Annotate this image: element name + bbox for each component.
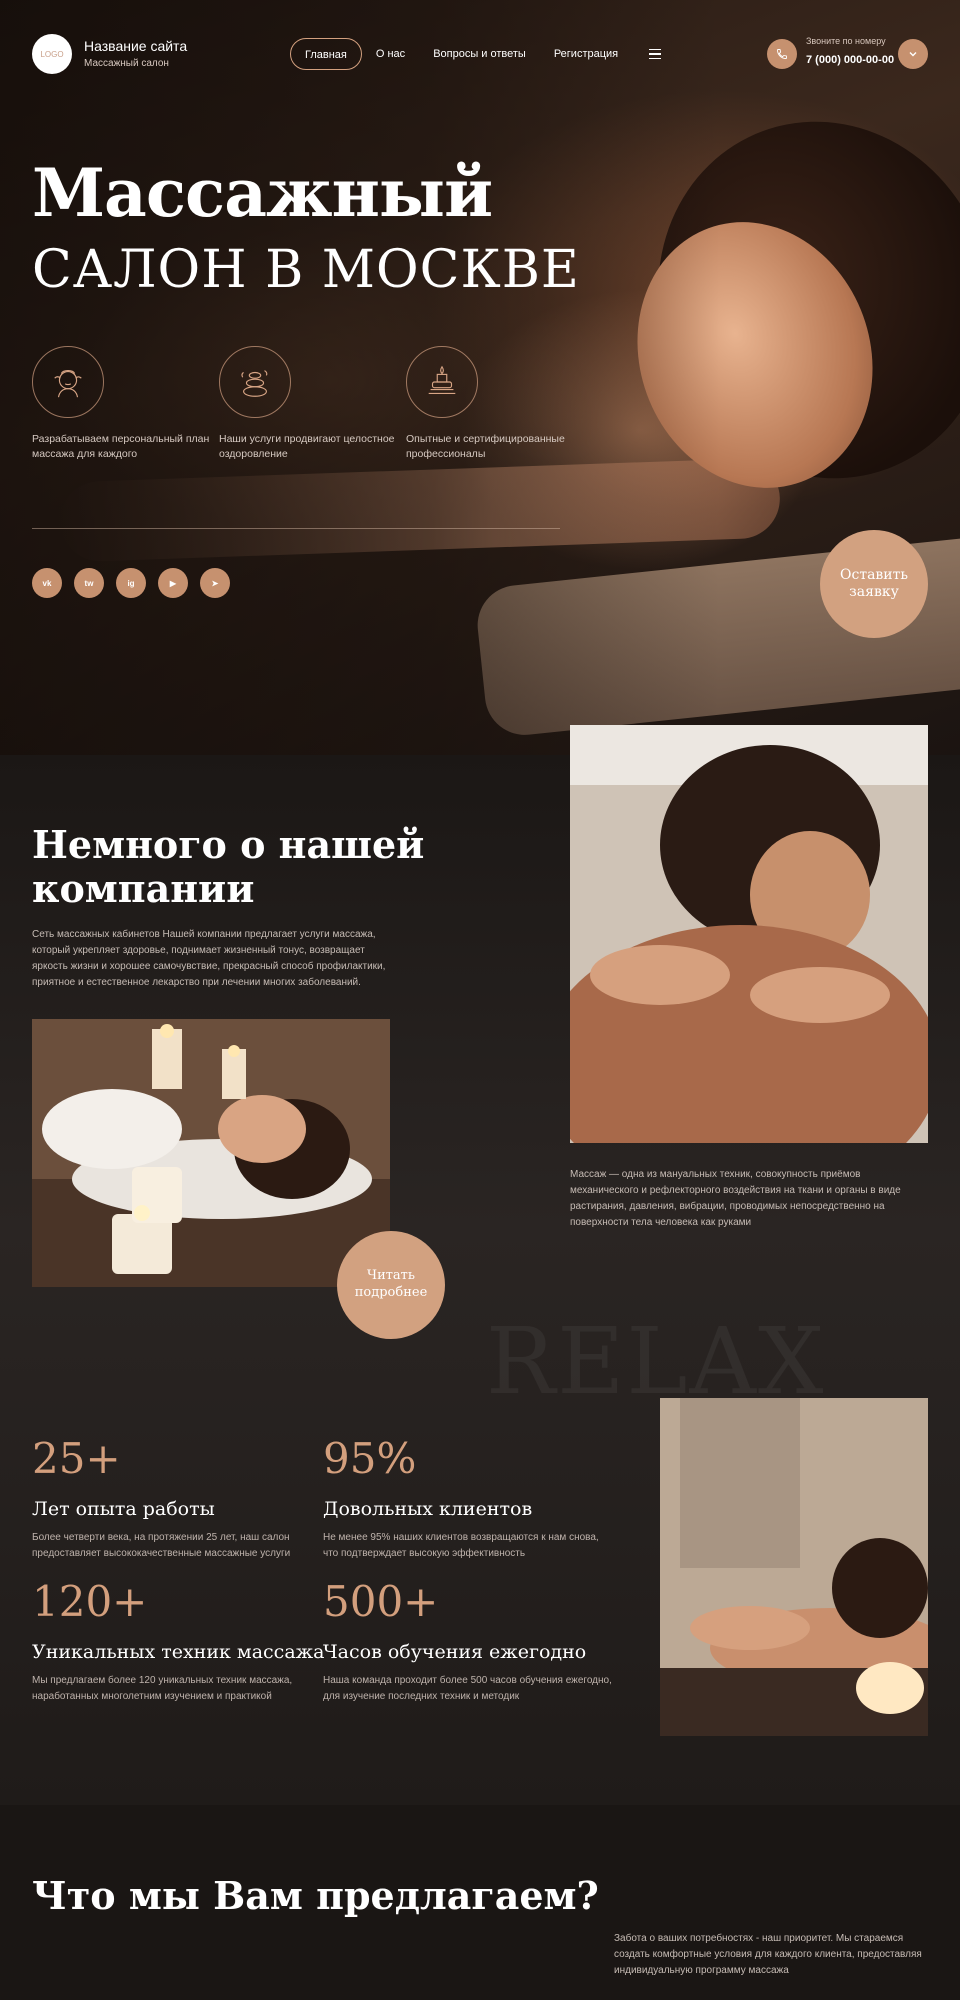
stat-value: 95% xyxy=(323,1434,417,1483)
chevron-down-icon[interactable] xyxy=(898,39,928,69)
main-nav: Главная О нас Вопросы и ответы Регистрац… xyxy=(290,38,668,70)
stones-icon xyxy=(219,346,291,418)
instagram-icon[interactable]: ig xyxy=(116,568,146,598)
face-massage-icon xyxy=(32,346,104,418)
nav-item-registration[interactable]: Регистрация xyxy=(540,38,632,70)
phone-label: Звоните по номеру xyxy=(806,36,886,46)
stat-item: 120+ Уникальных техник массажа Мы предла… xyxy=(32,1577,325,1704)
offer-section: Что мы Вам предлагаем? Забота о ваших по… xyxy=(0,1805,960,2000)
feature-text: Разрабатываем персональный план массажа … xyxy=(32,433,210,461)
spa-candles-photo xyxy=(32,1019,390,1287)
nav-item-about[interactable]: О нас xyxy=(362,38,419,70)
stat-value: 120+ xyxy=(32,1577,148,1626)
site-header: LOGO Название сайта Массажный салон Глав… xyxy=(32,34,928,74)
vk-icon[interactable]: vk xyxy=(32,568,62,598)
nav-item-home[interactable]: Главная xyxy=(290,38,362,70)
read-more-label: Читать подробнее xyxy=(354,1268,428,1300)
nav-item-faq[interactable]: Вопросы и ответы xyxy=(419,38,540,70)
logo-text: LOGO xyxy=(40,49,64,59)
read-more-button[interactable]: Читать подробнее xyxy=(337,1231,445,1339)
stat-title: Довольных клиентов xyxy=(323,1498,533,1520)
stat-description: Более четверти века, на протяжении 25 ле… xyxy=(32,1532,291,1559)
feature-item: Наши услуги продвигают целостное оздоров… xyxy=(219,346,399,462)
feature-item: Разрабатываем персональный план массажа … xyxy=(32,346,212,462)
leave-request-button[interactable]: Оставить заявку xyxy=(820,530,928,638)
massage-candle-photo xyxy=(660,1398,928,1736)
leave-request-label: Оставить заявку xyxy=(840,566,908,601)
hero-subtitle: САЛОН В МОСКВЕ xyxy=(32,240,580,300)
back-massage-photo xyxy=(570,725,928,1143)
site-name[interactable]: Название сайта xyxy=(84,38,187,54)
site-subtitle: Массажный салон xyxy=(84,58,169,69)
stat-value: 25+ xyxy=(32,1434,121,1483)
about-text: Сеть массажных кабинетов Нашей компании … xyxy=(32,929,386,988)
feature-item: Опытные и сертифицированные профессионал… xyxy=(406,346,586,462)
stat-title: Лет опыта работы xyxy=(32,1498,215,1520)
stat-value: 500+ xyxy=(323,1577,439,1626)
hero-title: Массажный xyxy=(32,154,493,232)
telegram-icon[interactable]: ➤ xyxy=(200,568,230,598)
social-links: vk tw ig ▶ ➤ xyxy=(32,568,230,598)
offer-title: Что мы Вам предлагаем? xyxy=(32,1873,599,1918)
stat-item: 25+ Лет опыта работы Более четверти века… xyxy=(32,1438,322,1561)
stat-item: 500+ Часов обучения ежегодно Наша команд… xyxy=(323,1581,613,1704)
massage-description: Массаж — одна из мануальных техник, сово… xyxy=(570,1169,901,1228)
stat-description: Не менее 95% наших клиентов возвращаются… xyxy=(323,1532,599,1559)
phone-number[interactable]: 7 (000) 000-00-00 xyxy=(806,54,894,66)
youtube-icon[interactable]: ▶ xyxy=(158,568,188,598)
offer-text: Забота о ваших потребностях - наш приори… xyxy=(614,1933,922,1976)
about-section: RELAX Немного о нашей компании Сеть масс… xyxy=(0,725,960,1805)
stat-description: Мы предлагаем более 120 уникальных техни… xyxy=(32,1675,293,1702)
hero-section: LOGO Название сайта Массажный салон Глав… xyxy=(0,0,960,755)
hero-divider xyxy=(32,528,560,529)
stat-title: Часов обучения ежегодно xyxy=(323,1641,587,1663)
hamburger-menu-icon[interactable] xyxy=(642,38,668,70)
feature-text: Опытные и сертифицированные профессионал… xyxy=(406,433,565,461)
about-title: Немного о нашей компании xyxy=(32,822,425,911)
stat-item: 95% Довольных клиентов Не менее 95% наши… xyxy=(323,1438,613,1561)
phone-icon[interactable] xyxy=(767,39,797,69)
stat-title: Уникальных техник массажа xyxy=(32,1641,325,1663)
logo[interactable]: LOGO xyxy=(32,34,72,74)
twitter-icon[interactable]: tw xyxy=(74,568,104,598)
spa-candle-icon xyxy=(406,346,478,418)
stat-description: Наша команда проходит более 500 часов об… xyxy=(323,1675,612,1702)
feature-text: Наши услуги продвигают целостное оздоров… xyxy=(219,433,395,461)
